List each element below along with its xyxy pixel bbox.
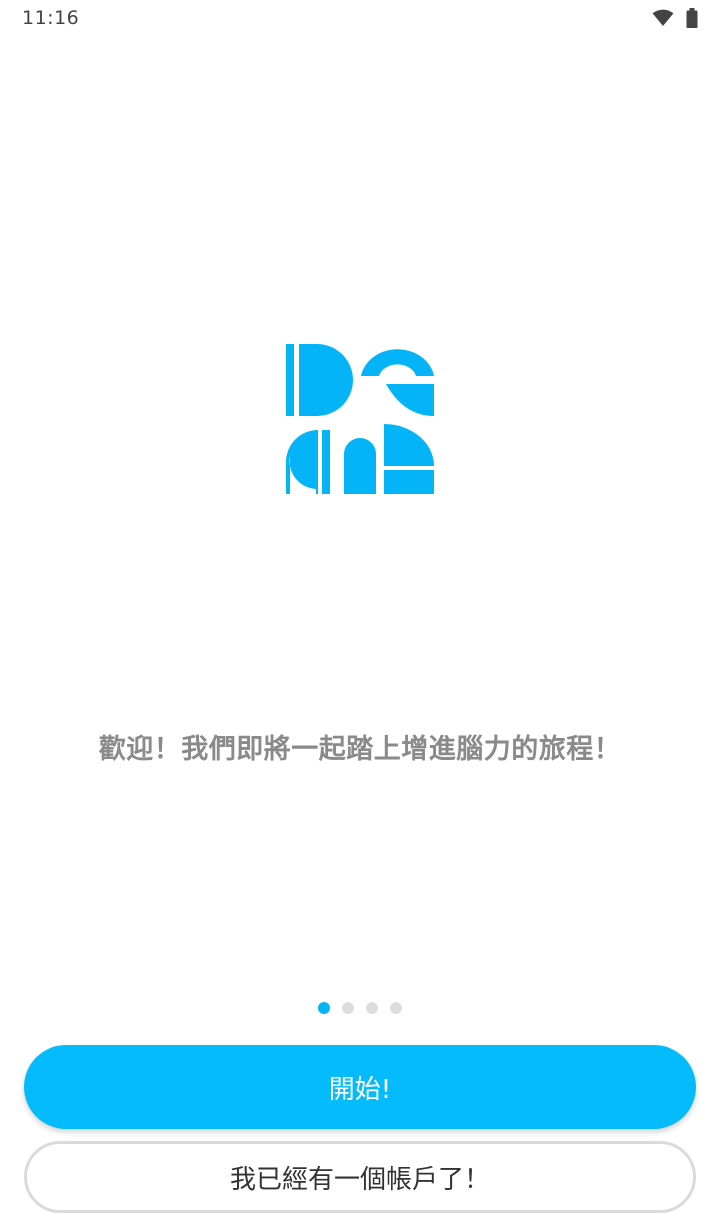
status-bar: 11:16 <box>0 0 720 36</box>
page-dot-4[interactable] <box>390 1002 402 1014</box>
battery-icon <box>686 8 698 32</box>
page-dot-3[interactable] <box>366 1002 378 1014</box>
brand-logo-icon <box>286 344 434 498</box>
page-dot-1[interactable] <box>318 1002 330 1014</box>
welcome-message: 歡迎！我們即將一起踏上增進腦力的旅程！ <box>98 734 622 765</box>
existing-account-button-label: 我已經有一個帳戶了！ <box>229 1164 490 1195</box>
existing-account-button[interactable]: 我已經有一個帳戶了！ <box>24 1141 696 1213</box>
status-icons <box>652 8 698 32</box>
page-indicator <box>0 1002 720 1014</box>
status-time: 11:16 <box>22 7 80 29</box>
start-button[interactable]: 開始! <box>24 1045 696 1129</box>
wifi-icon <box>652 9 674 31</box>
start-button-label: 開始! <box>328 1074 392 1105</box>
page-dot-2[interactable] <box>342 1002 354 1014</box>
brand-logo <box>286 344 434 494</box>
